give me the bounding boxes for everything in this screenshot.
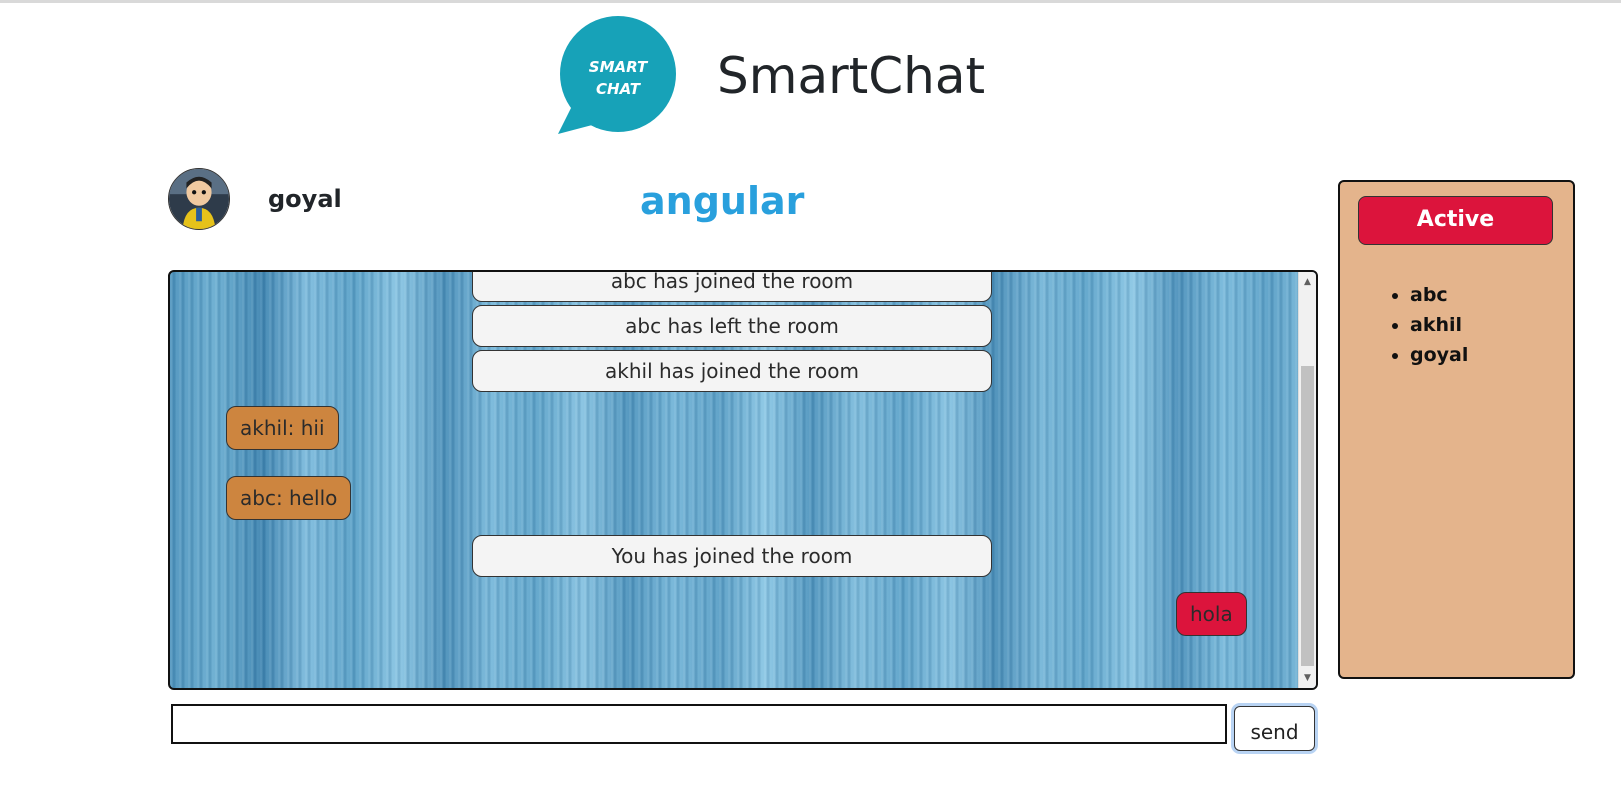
system-message: abc has joined the room — [472, 272, 992, 302]
smartchat-logo-icon: SMART CHAT — [556, 14, 678, 136]
username: goyal — [268, 185, 342, 213]
active-user-item: goyal — [1410, 340, 1468, 370]
top-divider — [0, 0, 1621, 3]
svg-text:SMART: SMART — [589, 58, 649, 76]
send-button[interactable]: send — [1234, 706, 1315, 751]
svg-text:CHAT: CHAT — [596, 80, 642, 98]
active-user-item: akhil — [1410, 310, 1468, 340]
system-message: abc has left the room — [472, 305, 992, 347]
system-message: akhil has joined the room — [472, 350, 992, 392]
active-title: Active — [1358, 196, 1553, 245]
room-name: angular — [640, 179, 805, 223]
active-users-panel: Active abc akhil goyal — [1338, 180, 1575, 679]
scroll-up-icon[interactable]: ▲ — [1299, 274, 1316, 290]
scroll-thumb[interactable] — [1301, 366, 1314, 666]
scroll-down-icon[interactable]: ▼ — [1299, 670, 1316, 686]
system-message: You has joined the room — [472, 535, 992, 577]
app-title: SmartChat — [717, 47, 986, 105]
outgoing-message: hola — [1176, 592, 1247, 636]
incoming-message: abc: hello — [226, 476, 352, 520]
incoming-message: akhil: hii — [226, 406, 339, 450]
avatar[interactable] — [168, 168, 230, 230]
active-user-item: abc — [1410, 280, 1468, 310]
chat-messages-panel[interactable]: abc has joined the room abc has left the… — [168, 270, 1318, 690]
chat-scrollbar[interactable]: ▲ ▼ — [1298, 272, 1316, 688]
active-users-list: abc akhil goyal — [1388, 280, 1468, 370]
message-input[interactable] — [171, 704, 1227, 744]
